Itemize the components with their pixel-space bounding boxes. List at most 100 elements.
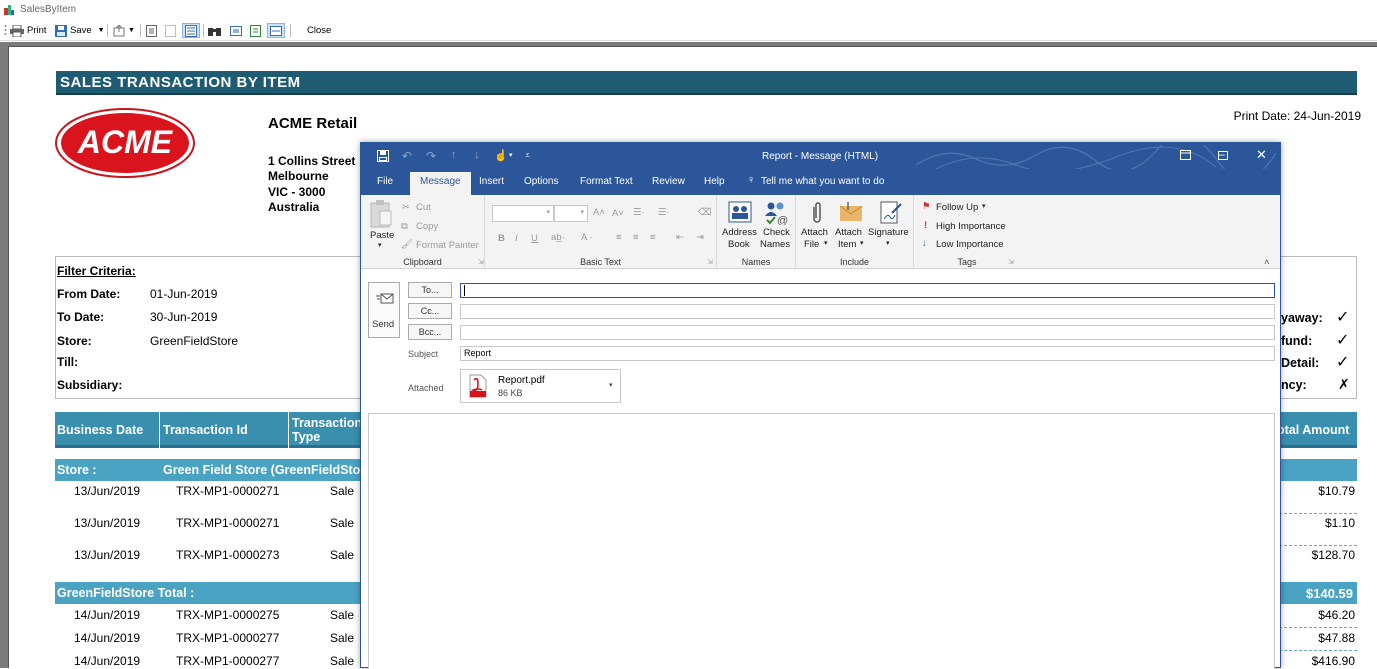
qat-save-icon[interactable] [377,150,389,165]
filter-title: Filter Criteria: [57,264,136,278]
attach-file-button[interactable]: Attach File ▾ [800,197,834,255]
whole-page-button[interactable] [250,23,261,38]
attach-item-button[interactable]: Attach Item ▾ [834,197,868,255]
row-date: 13/Jun/2019 [74,548,141,562]
follow-up-dropdown-icon[interactable]: ▾ [982,202,986,210]
outlook-message-window[interactable]: ↶ ↷ ↑ ↓ ☝ ▾ ⩡ Report - Message (HTML) – … [360,142,1281,669]
logo-text: ACME [77,124,174,160]
format-painter-button[interactable]: Format Painter [416,240,479,251]
cc-field[interactable] [460,304,1275,319]
tab-help[interactable]: Help [704,176,725,187]
next-item-icon[interactable]: ↓ [474,149,480,161]
decrease-indent-icon[interactable]: ⇤ [676,232,684,243]
maximize-icon[interactable] [1218,151,1228,163]
ribbon: Paste ▾ ✂ Cut ⧉ Copy 🖌 Format Painter Cl… [361,195,1280,269]
increase-indent-icon[interactable]: ⇥ [696,232,704,243]
bold-icon[interactable]: B [498,233,505,244]
send-button[interactable]: Send [368,282,400,338]
font-color-icon[interactable]: A · [581,232,593,243]
touch-mode-icon[interactable]: ☝ [494,149,508,162]
address-line-2: Melbourne [268,169,329,183]
bcc-button[interactable]: Bcc... [408,324,452,340]
paste-button[interactable] [369,199,393,232]
follow-up-button[interactable]: Follow Up [936,202,978,213]
tab-file[interactable]: File [377,176,393,187]
page-setup-button[interactable] [146,23,157,38]
address-book-label-1: Address [722,227,757,238]
to-date-value: 30-Jun-2019 [150,310,218,324]
align-right-icon[interactable]: ≡ [650,232,656,243]
undo-icon[interactable]: ↶ [402,149,412,163]
check-names-button[interactable]: @ Check Names [758,197,794,255]
font-size-box[interactable]: ▾ [554,205,588,222]
numbering-icon[interactable]: ☰· [658,207,670,218]
signature-icon [880,201,902,224]
report-title: SALES TRANSACTION BY ITEM [60,74,301,91]
clipboard-launcher-icon[interactable]: ⇲ [478,258,484,266]
previous-item-icon[interactable]: ↑ [451,149,457,161]
redo-icon[interactable]: ↷ [426,149,436,163]
message-body[interactable] [368,413,1275,669]
tags-launcher-icon[interactable]: ⇲ [1008,258,1014,266]
touch-dropdown-icon[interactable]: ▾ [509,151,513,159]
address-book-button[interactable]: Address Book [722,197,758,255]
col-business-date: Business Date [57,423,144,437]
amount-divider [1279,627,1357,628]
basic-text-launcher-icon[interactable]: ⇲ [707,258,713,266]
to-button[interactable]: To... [408,282,452,298]
attachment-item[interactable]: Report.pdf 86 KB ▾ [460,369,621,403]
page-width-button[interactable] [267,23,285,38]
save-button[interactable]: Save ▼ [55,23,105,38]
grow-font-icon[interactable]: A˄ [593,207,605,218]
subject-field[interactable]: Report [460,346,1275,361]
low-importance-button[interactable]: Low Importance [936,239,1004,250]
font-name-box[interactable]: ▾ [492,205,554,222]
italic-icon[interactable]: I [515,233,518,244]
tab-insert[interactable]: Insert [479,176,504,187]
row-date: 14/Jun/2019 [74,654,141,668]
save-dropdown-arrow-icon[interactable]: ▼ [98,27,105,34]
send-label: Send [372,319,395,330]
bullets-icon[interactable]: ☰· [633,207,645,218]
cut-button[interactable]: Cut [416,202,431,213]
print-layout-button[interactable] [165,23,176,38]
align-center-icon[interactable]: ≡ [633,232,639,243]
paste-dropdown-icon[interactable]: ▾ [378,241,382,249]
ribbon-display-options-icon[interactable] [1180,150,1191,163]
underline-icon[interactable]: U [531,233,538,244]
page-view-button[interactable] [230,23,242,38]
bcc-field[interactable] [460,325,1275,340]
tags-group-label: Tags [957,257,977,267]
amount-divider [1279,650,1357,651]
acme-logo-image: ACME [55,108,195,178]
align-left-icon[interactable]: ≡ [616,232,622,243]
layout-toggle-button[interactable] [182,23,200,38]
row-type: Sale [330,484,355,498]
collapse-ribbon-icon[interactable]: ˄ [1264,257,1270,268]
clear-formatting-icon[interactable]: ⌫ [698,207,711,218]
find-button[interactable] [208,23,221,38]
tab-options[interactable]: Options [524,176,558,187]
close-window-icon[interactable]: ✕ [1256,147,1267,163]
col-transaction-type: Transaction Type [292,416,363,444]
detail-label: Detail: [1281,356,1320,370]
to-field[interactable] [460,283,1275,298]
address-line-3: VIC - 3000 [268,185,326,199]
signature-button[interactable]: Signature ▾ [868,197,912,255]
export-button[interactable]: ▼ [113,23,135,38]
row-date: 14/Jun/2019 [74,608,141,622]
tell-me-search[interactable]: Tell me what you want to do [761,176,884,187]
outlook-title-bar: ↶ ↷ ↑ ↓ ☝ ▾ ⩡ Report - Message (HTML) – … [361,143,1280,171]
tab-message[interactable]: Message [410,172,471,195]
close-button[interactable]: Close [307,23,331,38]
cc-button[interactable]: Cc... [408,303,452,319]
copy-button[interactable]: Copy [416,221,438,232]
print-button[interactable]: Print [10,23,47,38]
attachment-dropdown-icon[interactable]: ▾ [609,381,613,389]
customize-qat-icon[interactable]: ⩡ [525,150,530,161]
tab-review[interactable]: Review [652,176,685,187]
tab-format-text[interactable]: Format Text [580,176,633,187]
shrink-font-icon[interactable]: A˅ [612,208,624,219]
highlight-icon[interactable]: ab̲· [551,232,565,243]
high-importance-button[interactable]: High Importance [936,221,1006,232]
